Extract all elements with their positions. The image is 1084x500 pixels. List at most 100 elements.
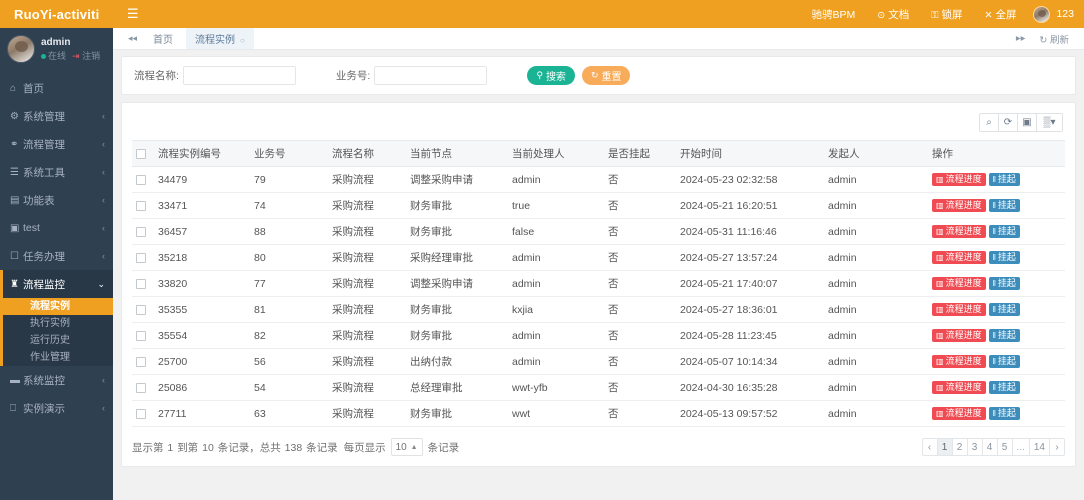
- process-progress-button[interactable]: ▥ 流程进度: [932, 329, 986, 343]
- refresh-button[interactable]: ⟳: [998, 113, 1018, 132]
- table-row[interactable]: 27711 63 采购流程 财务审批 wwt 否 2024-05-13 09:57:52 ad…: [132, 400, 1065, 427]
- suspend-button[interactable]: ‖ 挂起: [988, 251, 1020, 265]
- pagination-page-2[interactable]: 2: [951, 438, 968, 456]
- sidebar-item-5[interactable]: ▣ test ‹: [0, 214, 113, 242]
- column-header-5[interactable]: 是否挂起: [604, 140, 676, 167]
- sidebar-item-8[interactable]: ▬ 系统监控 ‹: [0, 366, 113, 394]
- sidebar-subitem-0[interactable]: 流程实例: [0, 298, 113, 315]
- suspend-button[interactable]: ‖ 挂起: [988, 277, 1020, 291]
- suspend-button[interactable]: ‖ 挂起: [988, 199, 1020, 213]
- row-checkbox[interactable]: [136, 330, 146, 341]
- table-row[interactable]: 33820 77 采购流程 调整采购申请 admin 否 2024-05-21 17:40:…: [132, 270, 1065, 297]
- table-row[interactable]: 33471 74 采购流程 财务审批 true 否 2024-05-21 16:20:51 a…: [132, 192, 1065, 219]
- column-header-6[interactable]: 开始时间: [676, 140, 824, 167]
- table-row[interactable]: 35554 82 采购流程 财务审批 admin 否 2024-05-28 11:23:45…: [132, 322, 1065, 349]
- cell-actions: ▥ 流程进度 ‖ 挂起: [928, 400, 1065, 427]
- sidebar-item-6[interactable]: ☐ 任务办理 ‹: [0, 242, 113, 270]
- sidebar-item-2[interactable]: ⚭ 流程管理 ‹: [0, 130, 113, 158]
- sidebar-item-1[interactable]: ⚙ 系统管理 ‹: [0, 102, 113, 130]
- table-row[interactable]: 35218 80 采购流程 采购经理审批 admin 否 2024-05-27 13:57:…: [132, 244, 1065, 271]
- brand-logo[interactable]: RuoYi-activiti: [0, 0, 113, 28]
- column-header-8[interactable]: 操作: [928, 140, 1065, 167]
- column-header-4[interactable]: 当前处理人: [508, 140, 604, 167]
- navbar-item-0[interactable]: 驰骋BPM: [801, 7, 867, 22]
- navbar-item-1[interactable]: ⊙ 文档: [866, 7, 920, 22]
- sidebar-subitem-2[interactable]: 运行历史: [0, 332, 113, 349]
- search-toggle-button[interactable]: ⌕: [979, 113, 999, 132]
- row-checkbox[interactable]: [136, 226, 146, 237]
- close-icon[interactable]: ○: [240, 36, 245, 45]
- process-progress-button[interactable]: ▥ 流程进度: [932, 199, 986, 213]
- table-row[interactable]: 35355 81 采购流程 财务审批 kxjia 否 2024-05-27 18:36:01…: [132, 296, 1065, 323]
- profile-logout-label[interactable]: 注销: [82, 51, 100, 61]
- process-progress-button[interactable]: ▥ 流程进度: [932, 277, 986, 291]
- profile-online-label[interactable]: 在线: [48, 51, 66, 61]
- business-key-input[interactable]: [374, 66, 488, 85]
- refresh-tab-button[interactable]: ↻ 刷新: [1032, 32, 1076, 46]
- tab-0[interactable]: 首页: [144, 28, 182, 49]
- row-checkbox[interactable]: [136, 304, 146, 315]
- row-checkbox[interactable]: [136, 382, 146, 393]
- sidebar-item-0[interactable]: ⌂ 首页: [0, 74, 113, 102]
- process-progress-button[interactable]: ▥ 流程进度: [932, 225, 986, 239]
- suspend-button[interactable]: ‖ 挂起: [988, 329, 1020, 343]
- column-header-2[interactable]: 流程名称: [328, 140, 406, 167]
- fullscreen-button[interactable]: ▣: [1017, 113, 1037, 132]
- sidebar-subitem-3[interactable]: 作业管理: [0, 349, 113, 366]
- hamburger-icon[interactable]: ☰: [113, 6, 153, 22]
- tab-1[interactable]: 流程实例 ○: [186, 28, 254, 49]
- columns-button[interactable]: ▒▾: [1036, 113, 1063, 132]
- process-progress-button[interactable]: ▥ 流程进度: [932, 251, 986, 265]
- row-checkbox[interactable]: [136, 200, 146, 211]
- sidebar-item-7[interactable]: ♜ 流程监控 ⌄: [0, 270, 113, 298]
- suspend-button[interactable]: ‖ 挂起: [988, 381, 1020, 395]
- row-checkbox[interactable]: [136, 278, 146, 289]
- row-checkbox[interactable]: [136, 252, 146, 263]
- process-progress-button[interactable]: ▥ 流程进度: [932, 381, 986, 395]
- navbar-item-3[interactable]: ✕ 全屏: [974, 7, 1028, 22]
- navbar-user[interactable]: 123: [1027, 5, 1074, 23]
- suspend-button[interactable]: ‖ 挂起: [988, 225, 1020, 239]
- column-header-3[interactable]: 当前节点: [406, 140, 508, 167]
- table-row[interactable]: 34479 79 采购流程 调整采购申请 admin 否 2024-05-23 02:32:…: [132, 166, 1065, 193]
- process-progress-button[interactable]: ▥ 流程进度: [932, 173, 986, 187]
- page-size-select[interactable]: 10 ▲: [390, 438, 423, 456]
- pagination-page-14[interactable]: 14: [1028, 438, 1050, 456]
- reset-button[interactable]: ↻ 重置: [581, 66, 631, 85]
- process-progress-button[interactable]: ▥ 流程进度: [932, 303, 986, 317]
- column-header-7[interactable]: 发起人: [824, 140, 928, 167]
- suspend-button[interactable]: ‖ 挂起: [988, 407, 1020, 421]
- column-header-1[interactable]: 业务号: [250, 140, 328, 167]
- select-all-checkbox[interactable]: [136, 148, 146, 159]
- table-row[interactable]: 36457 88 采购流程 财务审批 false 否 2024-05-31 11:16:46…: [132, 218, 1065, 245]
- tab-strip: ◂◂ 首页 流程实例 ○ ▸▸ ↻ 刷新: [113, 28, 1084, 50]
- sidebar-profile[interactable]: admin 在线 ⇥ 注销: [0, 28, 113, 72]
- row-checkbox[interactable]: [136, 174, 146, 185]
- suspend-button[interactable]: ‖ 挂起: [988, 303, 1020, 317]
- pagination-page-5[interactable]: 5: [996, 438, 1013, 456]
- process-progress-button[interactable]: ▥ 流程进度: [932, 355, 986, 369]
- suspend-button[interactable]: ‖ 挂起: [988, 355, 1020, 369]
- pagination-ellipsis[interactable]: ...: [1011, 438, 1030, 456]
- navbar-item-2[interactable]: ⚿ 锁屏: [920, 7, 973, 22]
- sidebar-item-9[interactable]: ⎕ 实例演示 ‹: [0, 394, 113, 422]
- chevron-double-right-icon[interactable]: ▸▸: [1009, 33, 1033, 44]
- pagination-page-3[interactable]: 3: [966, 438, 983, 456]
- suspend-button[interactable]: ‖ 挂起: [988, 173, 1020, 187]
- table-row[interactable]: 25700 56 采购流程 出纳付款 admin 否 2024-05-07 10:14:34…: [132, 348, 1065, 375]
- row-checkbox[interactable]: [136, 356, 146, 367]
- sidebar-subitem-1[interactable]: 执行实例: [0, 315, 113, 332]
- search-button[interactable]: ⚲ 搜索: [527, 66, 575, 85]
- process-name-input[interactable]: [182, 66, 296, 85]
- column-header-0[interactable]: 流程实例编号: [154, 140, 250, 167]
- sidebar-item-3[interactable]: ☰ 系统工具 ‹: [0, 158, 113, 186]
- pagination-prev[interactable]: ‹: [921, 438, 938, 456]
- chevron-double-left-icon[interactable]: ◂◂: [121, 33, 144, 44]
- process-progress-button[interactable]: ▥ 流程进度: [932, 407, 986, 421]
- pagination-page-1[interactable]: 1: [936, 438, 953, 456]
- pagination-page-4[interactable]: 4: [981, 438, 998, 456]
- pagination-next[interactable]: ›: [1049, 438, 1065, 456]
- sidebar-item-4[interactable]: ▤ 功能表 ‹: [0, 186, 113, 214]
- row-checkbox[interactable]: [136, 408, 146, 419]
- table-row[interactable]: 25086 54 采购流程 总经理审批 wwt-yfb 否 2024-04-30 16:35…: [132, 374, 1065, 401]
